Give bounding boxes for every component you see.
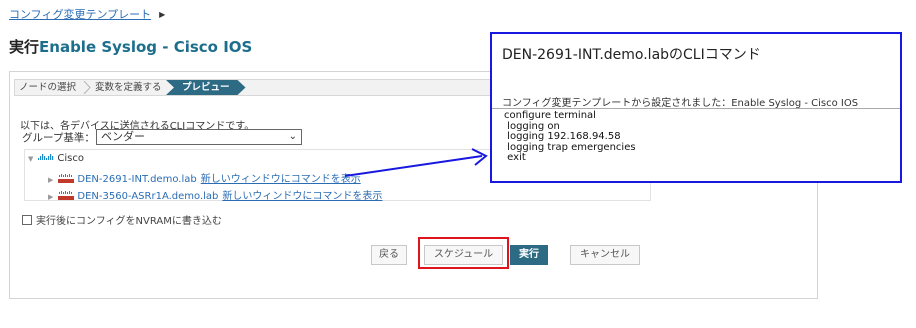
cli-command-line: exit — [504, 152, 526, 163]
cli-preview-callout: DEN-2691-INT.demo.labのCLIコマンド コンフィグ変更テンプ… — [490, 32, 902, 183]
cli-command-line: logging 192.168.94.58 — [504, 131, 621, 142]
callout-subtitle: コンフィグ変更テンプレートから設定されました：Enable Syslog - C… — [502, 98, 859, 109]
cli-command-list: configure terminal logging on logging 19… — [504, 110, 636, 164]
callout-title: DEN-2691-INT.demo.labのCLIコマンド — [502, 47, 761, 63]
cli-command-line: configure terminal — [504, 110, 596, 121]
callout-divider — [492, 108, 900, 109]
